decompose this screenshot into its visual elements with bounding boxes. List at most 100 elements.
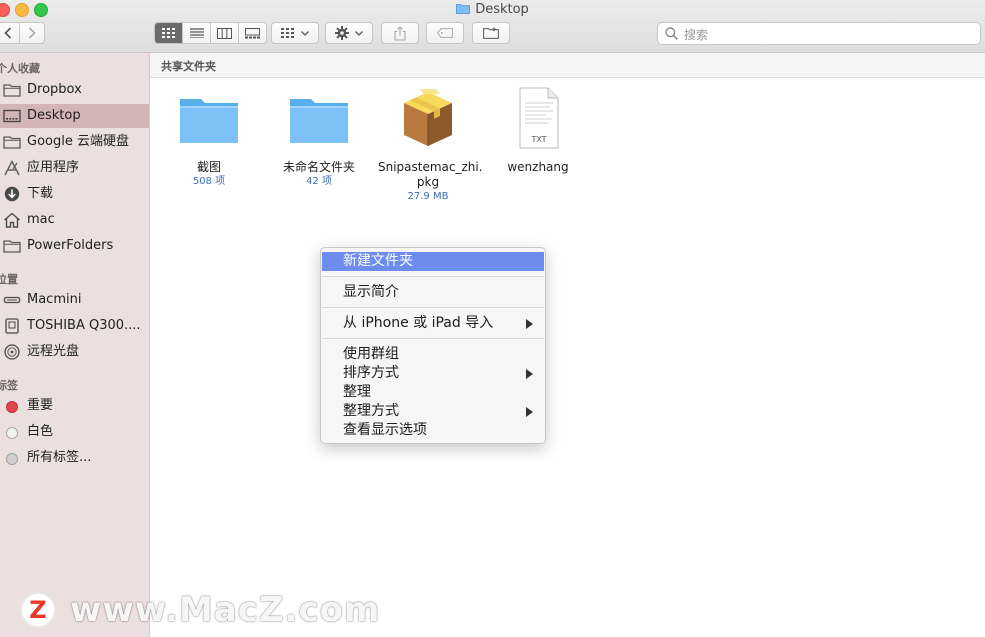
submenu-arrow-icon [526,369,533,379]
menu-item-clean-up-by[interactable]: 整理方式 [322,402,544,421]
submenu-arrow-icon [526,407,533,417]
gallery-view-button[interactable] [239,23,266,43]
shared-folder-label: 共享文件夹 [161,60,216,73]
menu-separator [322,338,544,339]
sidebar-item-home[interactable]: mac [0,208,149,232]
menu-item-label: 整理 [343,384,371,400]
menu-separator [322,307,544,308]
menu-item-label: 使用群组 [343,346,399,362]
column-view-icon [217,27,232,39]
applications-icon [4,160,20,176]
sidebar-item-downloads[interactable]: 下载 [0,182,149,206]
sidebar-item-applications[interactable]: 应用程序 [0,156,149,180]
sidebar-item-tag-important[interactable]: 重要 [0,394,149,418]
tag-icon [437,28,453,38]
chevron-down-icon [355,30,363,36]
watermark: Z www.MacZ.com [20,590,380,630]
sidebar-item-toshiba-disk[interactable]: TOSHIBA Q300.... [0,314,149,338]
gray-tag-icon [6,453,18,465]
toolbar: Desktop [0,0,985,53]
sidebar-item-all-tags[interactable]: 所有标签... [0,446,149,470]
window-title-text: Desktop [475,2,529,17]
sidebar-item-label: 白色 [27,424,54,439]
icon-view-button[interactable] [155,23,183,43]
home-icon [4,212,20,228]
forward-button[interactable] [19,22,45,44]
new-folder-button[interactable] [472,22,510,44]
file-name-line2: pkg [416,175,440,189]
sidebar: 个人收藏 Dropbox Desktop Google 云端硬盘 应用程序 下载… [0,53,150,637]
sidebar-item-label: 应用程序 [27,160,80,175]
file-item-wenzhang-txt[interactable]: TXT wenzhang [488,86,588,175]
chevron-left-icon [3,27,11,39]
menu-separator [322,276,544,277]
file-name: 截图 [196,160,221,174]
list-view-icon [189,28,204,38]
list-view-button[interactable] [183,23,211,43]
red-tag-icon [6,401,18,413]
gear-icon [335,26,349,40]
menu-item-label: 查看显示选项 [343,422,427,438]
search-input[interactable] [682,24,976,45]
submenu-arrow-icon [526,319,533,329]
menu-item-use-groups[interactable]: 使用群组 [322,345,544,364]
context-menu: 新建文件夹 显示简介 从 iPhone 或 iPad 导入 使用群组 排序方式 … [320,247,546,444]
menu-item-label: 从 iPhone 或 iPad 导入 [343,315,494,331]
sidebar-item-desktop[interactable]: Desktop [0,104,149,128]
menu-item-sort-by[interactable]: 排序方式 [322,364,544,383]
desktop-icon [3,109,21,123]
optical-disc-icon [4,344,20,360]
share-icon [394,25,406,41]
column-view-button[interactable] [211,23,239,43]
view-mode-switcher [154,22,267,44]
action-button[interactable] [325,22,373,44]
watermark-text: www.MacZ.com [70,590,381,630]
disk-icon [5,318,19,334]
menu-item-label: 新建文件夹 [343,253,413,269]
menu-item-show-view-options[interactable]: 查看显示选项 [322,421,544,440]
sidebar-item-label: TOSHIBA Q300.... [27,318,141,333]
txt-badge: TXT [530,135,546,144]
folder-icon [180,99,238,143]
file-name: wenzhang [507,160,569,174]
search-icon [665,27,678,40]
menu-item-clean-up[interactable]: 整理 [322,383,544,402]
computer-icon [3,296,21,304]
folder-icon [3,240,21,253]
sidebar-item-label: Dropbox [27,82,82,97]
back-button[interactable] [0,22,20,44]
menu-item-new-folder[interactable]: 新建文件夹 [322,252,544,271]
file-item-untitled-folder[interactable]: 未命名文件夹 42 项 [269,86,369,189]
sidebar-item-remote-disc[interactable]: 远程光盘 [0,340,149,364]
download-icon [4,186,20,202]
sidebar-item-tag-white[interactable]: 白色 [0,420,149,444]
white-tag-icon [6,427,18,439]
sidebar-item-label: 所有标签... [27,450,92,465]
sidebar-item-dropbox[interactable]: Dropbox [0,78,149,102]
sidebar-header-tags: 标签 [0,379,18,392]
sidebar-item-macmini[interactable]: Macmini [0,288,149,312]
group-by-button[interactable] [271,22,319,44]
package-icon [404,89,452,146]
folder-icon [3,136,21,149]
file-meta: 42 项 [306,176,332,187]
file-item-screenshots-folder[interactable]: 截图 508 项 [159,86,259,189]
grid-view-icon [161,28,175,38]
file-meta: 508 项 [192,176,226,187]
file-name: 未命名文件夹 [282,160,355,174]
sidebar-item-label: 下载 [27,186,54,201]
sidebar-header-locations: 位置 [0,273,18,286]
new-folder-icon [483,27,499,39]
sidebar-item-google-drive[interactable]: Google 云端硬盘 [0,130,149,154]
file-item-snipaste-pkg[interactable]: Snipastemac_zhi. pkg 27.9 MB [378,86,483,204]
search-field[interactable] [657,22,981,45]
menu-item-label: 排序方式 [343,365,399,381]
window-title: Desktop [0,1,985,19]
menu-item-get-info[interactable]: 显示简介 [322,283,544,302]
sidebar-item-label: Google 云端硬盘 [27,134,129,149]
edit-tags-button[interactable] [426,22,464,44]
share-button[interactable] [381,22,419,44]
menu-item-import-from-iphone[interactable]: 从 iPhone 或 iPad 导入 [322,314,544,333]
sidebar-item-powerfolders[interactable]: PowerFolders [0,234,149,258]
sidebar-item-label: 重要 [27,398,54,413]
